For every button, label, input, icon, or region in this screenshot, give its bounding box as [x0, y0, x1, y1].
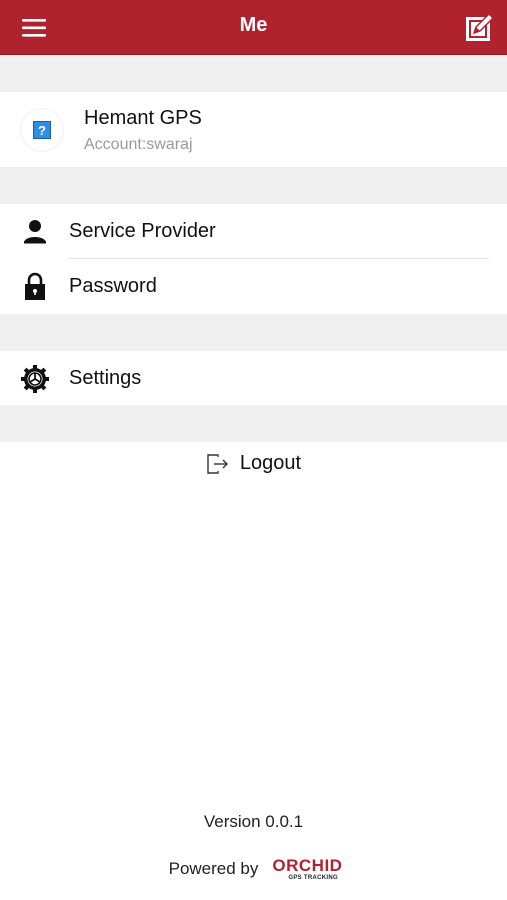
password-item[interactable]: Password: [0, 259, 507, 314]
gear-icon: [21, 365, 49, 393]
lock-icon: [25, 272, 45, 300]
profile-name: Hemant GPS: [84, 107, 202, 129]
brand-name: ORCHID: [272, 856, 343, 875]
logout-button[interactable]: Logout: [0, 452, 507, 486]
powered-by-label: Powered by: [168, 859, 259, 878]
account-section: Service Provider Password: [0, 204, 507, 314]
logout-icon: [207, 453, 228, 474]
logout-label: Logout: [239, 452, 302, 474]
service-provider-label: Service Provider: [69, 220, 216, 242]
section-spacer: [0, 405, 507, 442]
service-provider-item[interactable]: Service Provider: [0, 204, 507, 259]
brand-logo: ORCHID GPS TRACKING: [272, 856, 342, 882]
settings-item[interactable]: Settings: [0, 351, 507, 405]
settings-label: Settings: [69, 367, 142, 389]
section-spacer: [0, 55, 507, 92]
edit-button[interactable]: [463, 10, 497, 44]
section-spacer: [0, 314, 507, 351]
app-header: Me: [0, 0, 507, 55]
version-text: Version 0.0.1: [203, 812, 304, 831]
question-mark-icon: ?: [33, 121, 51, 139]
password-label: Password: [69, 275, 157, 297]
avatar: ?: [20, 108, 64, 152]
person-icon: [24, 220, 46, 244]
page-title: Me: [239, 14, 268, 36]
powered-by: Powered by ORCHID GPS TRACKING: [0, 856, 507, 882]
edit-icon: [466, 12, 495, 41]
section-spacer: [0, 167, 507, 204]
profile-row[interactable]: ? Hemant GPS Account:swaraj: [0, 92, 507, 167]
profile-account: Account:swaraj: [84, 136, 193, 153]
brand-tagline: GPS TRACKING: [288, 875, 338, 881]
